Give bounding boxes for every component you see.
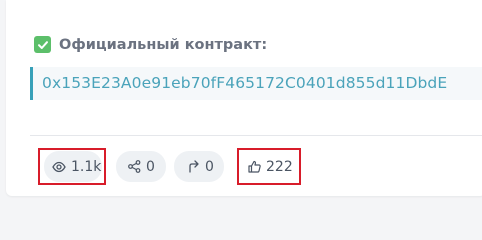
share-button[interactable]: 0 [116,151,166,182]
contract-address-box[interactable]: 0x153E23A0e91eb70fF465172C0401d855d11Dbd… [30,67,482,100]
views-highlight-box [38,148,106,185]
forward-arrow-icon [188,160,200,173]
repost-count: 0 [205,158,214,175]
contract-address[interactable]: 0x153E23A0e91eb70fF465172C0401d855d11Dbd… [42,74,447,92]
official-contract-header: Официальный контракт: [34,36,267,53]
divider [30,135,482,136]
share-icon [128,160,141,173]
check-icon [34,36,51,53]
share-count: 0 [146,158,155,175]
repost-button[interactable]: 0 [174,151,224,182]
likes-highlight-box [237,148,301,185]
official-contract-label: Официальный контракт: [59,36,268,53]
